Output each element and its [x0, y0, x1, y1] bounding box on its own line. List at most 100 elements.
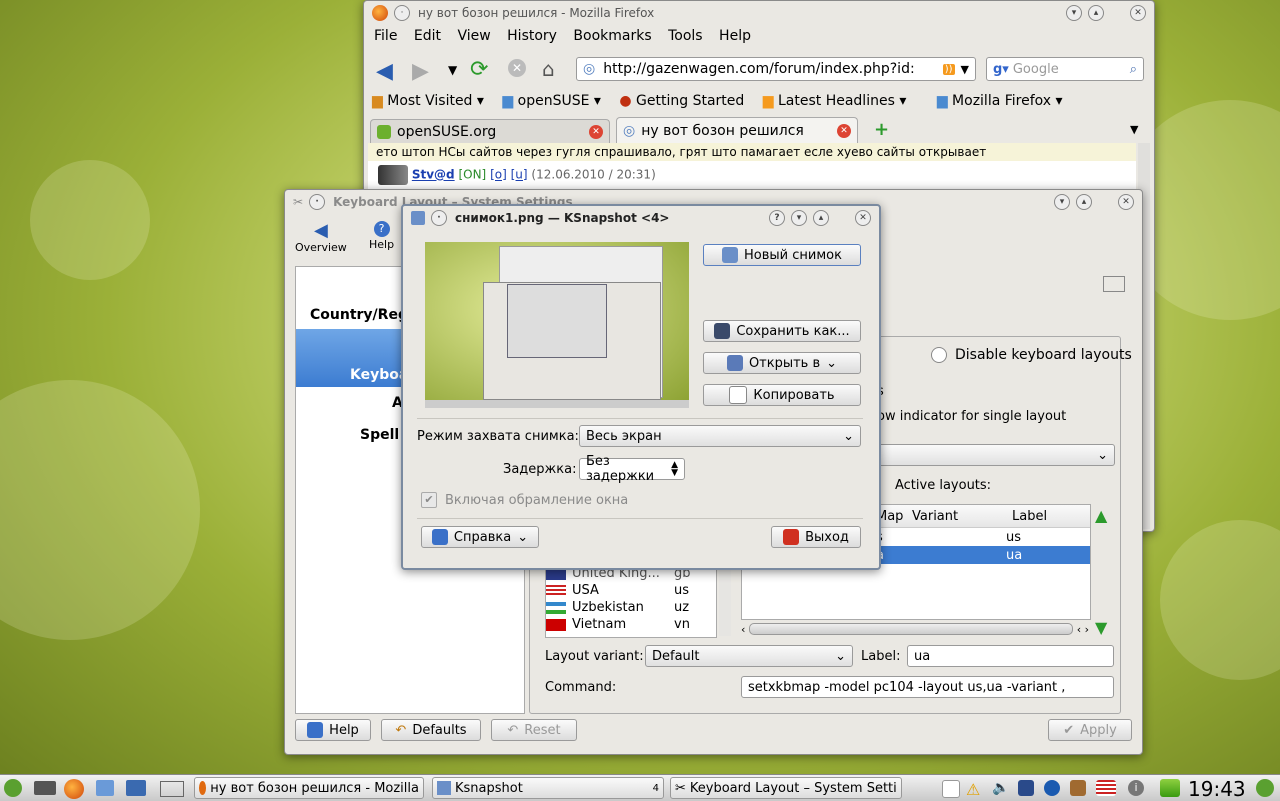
bookmark-most-visited[interactable]: ▆ Most Visited ▾ — [372, 93, 484, 109]
list-item[interactable]: Vietnam vn — [546, 616, 716, 633]
back-icon[interactable]: ◀ — [376, 59, 393, 84]
rss-icon[interactable]: )) — [942, 63, 955, 75]
panel-toolbox-icon[interactable] — [1256, 779, 1274, 797]
available-scrollbar[interactable] — [719, 564, 731, 636]
list-item[interactable]: USA us — [546, 582, 716, 599]
maximize-button[interactable]: ▴ — [1088, 5, 1104, 21]
active-hscrollbar[interactable]: ‹ ‹ › — [741, 622, 1089, 636]
menu-help[interactable]: Help — [719, 28, 751, 44]
reset-button[interactable]: ↶ Reset — [491, 719, 577, 741]
new-tab-button[interactable]: + — [874, 119, 889, 140]
close-button[interactable]: ✕ — [1130, 5, 1146, 21]
close-button[interactable]: ✕ — [1118, 194, 1134, 210]
layouts-combo[interactable]: ⌄ — [871, 444, 1115, 466]
help-button[interactable]: Help — [295, 719, 371, 741]
new-snapshot-button[interactable]: Новый снимок — [703, 244, 861, 266]
help-titlebar-button[interactable]: ? — [769, 210, 785, 226]
help-toolbar-button[interactable]: ? Help — [369, 220, 394, 251]
bookmark-latest-headlines[interactable]: ▆ Latest Headlines ▾ — [763, 93, 907, 109]
info-icon[interactable]: i — [1128, 780, 1144, 796]
tab-close-icon[interactable]: ✕ — [589, 124, 603, 139]
search-field[interactable]: g▾ Google ⌕ — [986, 57, 1144, 81]
site-identity-icon[interactable]: ◎ — [583, 61, 595, 77]
quit-button[interactable]: Выход — [771, 526, 861, 548]
kickoff-menu-icon[interactable] — [4, 779, 22, 797]
post-link-o[interactable]: [o] — [490, 168, 507, 182]
bookmark-getting-started[interactable]: ● Getting Started — [619, 93, 744, 109]
pin-icon[interactable]: · — [309, 194, 326, 210]
delay-spinbox[interactable]: Без задержки ▲ ▼ — [579, 454, 685, 484]
pin-icon[interactable]: · — [431, 210, 447, 226]
tab-opensuse[interactable]: openSUSE.org ✕ — [370, 119, 610, 143]
pager-icon[interactable] — [160, 781, 184, 797]
device-notifier-icon[interactable] — [1018, 780, 1034, 796]
file-manager-icon[interactable] — [96, 780, 114, 796]
menu-file[interactable]: File — [374, 28, 397, 44]
search-icon[interactable]: ⌕ — [1130, 62, 1137, 77]
history-dropdown-icon[interactable]: ▼ — [448, 63, 457, 77]
column-label[interactable]: Label — [1006, 509, 1047, 524]
overview-button[interactable]: ◀ Overview — [295, 220, 347, 254]
minimize-button[interactable]: ▾ — [791, 210, 807, 226]
maximize-button[interactable]: ▴ — [1076, 194, 1092, 210]
menu-bookmarks[interactable]: Bookmarks — [573, 28, 651, 44]
menu-tools[interactable]: Tools — [668, 28, 703, 44]
snapshot-preview[interactable] — [425, 242, 689, 408]
list-item[interactable]: Uzbekistan uz — [546, 599, 716, 616]
menu-edit[interactable]: Edit — [414, 28, 441, 44]
task-ksnapshot[interactable]: Ksnapshot 4 — [432, 777, 664, 799]
firefox-launcher-icon[interactable] — [64, 779, 84, 799]
column-variant[interactable]: Variant — [906, 509, 1006, 524]
forward-icon[interactable]: ▶ — [412, 59, 429, 84]
apply-button[interactable]: ✔ Apply — [1048, 719, 1132, 741]
keyboard-layout-flag-icon[interactable] — [1096, 780, 1116, 796]
post-link-u[interactable]: [u] — [511, 168, 528, 182]
move-up-button[interactable]: ▲ — [1095, 506, 1107, 525]
include-decorations-checkbox[interactable]: ✔ Включая обрамление окна — [421, 492, 628, 508]
menu-history[interactable]: History — [507, 28, 557, 44]
command-field[interactable]: setxkbmap -model pc104 -layout us,ua -va… — [741, 676, 1114, 698]
spin-arrows-icon[interactable]: ▲ ▼ — [671, 461, 678, 478]
grid-view-icon[interactable] — [1103, 276, 1125, 292]
defaults-button[interactable]: ↶ Defaults — [381, 719, 481, 741]
show-desktop-icon[interactable] — [34, 781, 56, 795]
clock[interactable]: 19:43 — [1188, 777, 1246, 801]
network-icon[interactable] — [1044, 780, 1060, 796]
layout-variant-combo[interactable]: Default ⌄ — [645, 645, 853, 667]
label-input[interactable]: ua — [907, 645, 1114, 667]
notification-warning-icon[interactable]: ⚠ — [966, 780, 982, 799]
home-icon[interactable]: ⌂ — [542, 57, 555, 81]
package-updater-icon[interactable] — [1070, 780, 1086, 796]
volume-icon[interactable]: 🔈 — [992, 780, 1009, 796]
close-button[interactable]: ✕ — [855, 210, 871, 226]
stop-icon[interactable]: ✕ — [508, 59, 526, 77]
menu-view[interactable]: View — [457, 28, 490, 44]
clipboard-icon[interactable] — [942, 780, 960, 798]
task-firefox[interactable]: ну вот бозон решился - Mozilla — [194, 777, 424, 799]
google-icon[interactable]: g▾ — [993, 62, 1009, 77]
url-dropdown-icon[interactable]: ▼ — [961, 63, 969, 76]
tab-boson[interactable]: ◎ ну вот бозон решился ✕ — [616, 117, 858, 143]
reload-icon[interactable]: ⟳ — [470, 57, 488, 82]
battery-icon[interactable] — [1160, 779, 1180, 797]
open-with-button[interactable]: Открыть в ⌄ — [703, 352, 861, 374]
copy-button[interactable]: Копировать — [703, 384, 861, 406]
minimize-button[interactable]: ▾ — [1054, 194, 1070, 210]
sidebar-item-country[interactable]: Country/Regi — [310, 307, 413, 323]
disable-layouts-radio[interactable]: Disable keyboard layouts — [931, 347, 1132, 363]
tab-close-icon[interactable]: ✕ — [837, 123, 851, 138]
task-settings[interactable]: ✂ Keyboard Layout – System Setti — [670, 777, 902, 799]
konsole-icon[interactable] — [126, 780, 146, 796]
post-username[interactable]: Stv@d — [412, 168, 455, 182]
save-as-button[interactable]: Сохранить как... — [703, 320, 861, 342]
url-bar[interactable]: ◎ http://gazenwagen.com/forum/index.php?… — [576, 57, 976, 81]
maximize-button[interactable]: ▴ — [813, 210, 829, 226]
help-menu-button[interactable]: Справка ⌄ — [421, 526, 539, 548]
bookmark-mozilla-firefox[interactable]: ▆ Mozilla Firefox ▾ — [937, 93, 1063, 109]
available-layouts-list[interactable]: United King... gb USA us Uzbekistan uz Viet… — [545, 564, 717, 638]
capture-mode-combo[interactable]: Весь экран ⌄ — [579, 425, 861, 447]
minimize-button[interactable]: ▾ — [1066, 5, 1082, 21]
move-down-button[interactable]: ▼ — [1095, 618, 1107, 637]
pin-icon[interactable]: · — [394, 5, 410, 21]
tab-list-icon[interactable]: ▼ — [1130, 123, 1138, 136]
